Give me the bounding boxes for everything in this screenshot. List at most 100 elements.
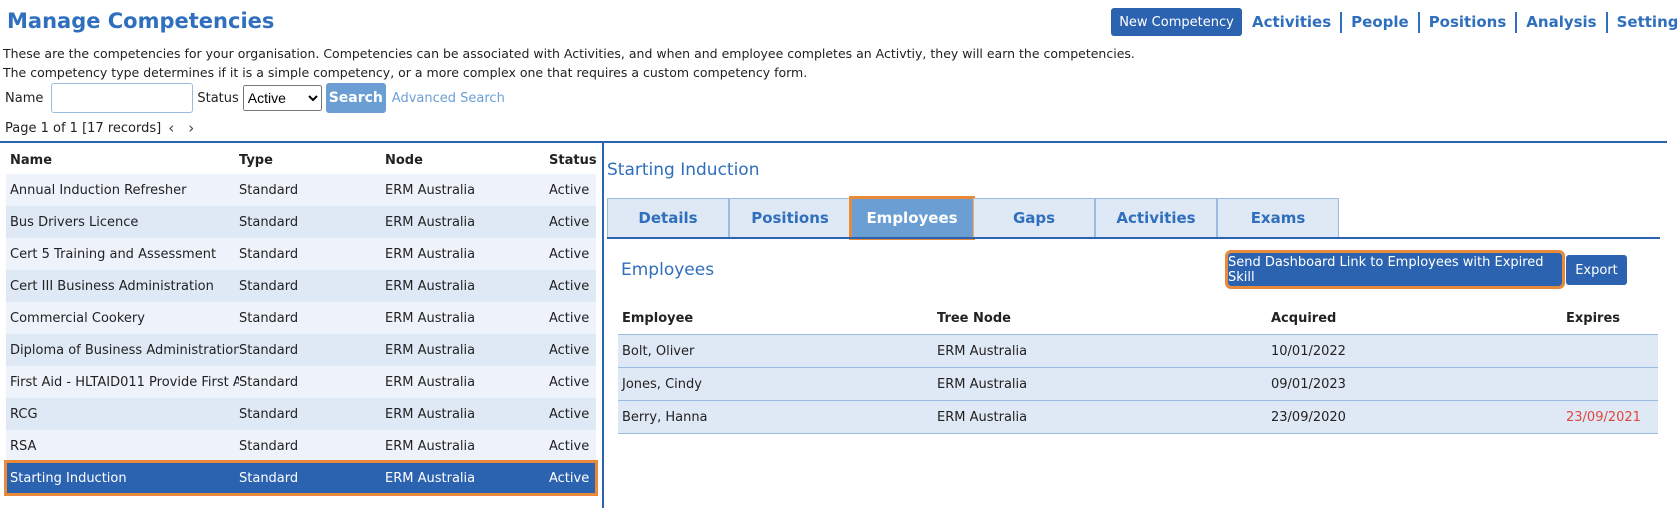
name-label: Name [5,90,44,106]
tab-positions[interactable]: Positions [729,198,851,238]
cell-name: RSA [10,438,37,454]
send-dashboard-link-button[interactable]: Send Dashboard Link to Employees with Ex… [1225,250,1565,289]
cell-status: Active [549,246,590,262]
pager: Page 1 of 1 [17 records] ‹ › [5,119,201,137]
col-status[interactable]: Status [549,153,597,168]
intro-text: These are the competencies for your orga… [3,44,1135,82]
cell-type: Standard [239,470,299,486]
competency-table: Name Type Node Status Annual Induction R… [4,146,598,496]
new-competency-button[interactable]: New Competency [1111,8,1242,36]
cell-node: ERM Australia [385,182,476,198]
table-row[interactable]: Annual Induction Refresher Standard ERM Au… [6,174,596,206]
chevron-left-icon[interactable]: ‹ [161,119,181,137]
cell-type: Standard [239,342,299,358]
nav-activities[interactable]: Activities [1243,12,1340,33]
cell-acquired: 10/01/2022 [1271,343,1346,359]
cell-node: ERM Australia [385,374,476,390]
cell-type: Standard [239,214,299,230]
cell-employee: Jones, Cindy [622,376,702,392]
cell-status: Active [549,406,590,422]
col-type[interactable]: Type [239,153,385,168]
detail-tabs: Details Positions Employees Gaps Activit… [607,196,1339,240]
table-row[interactable]: Berry, Hanna ERM Australia 23/09/2020 23/09… [618,401,1658,434]
cell-node: ERM Australia [385,342,476,358]
top-nav: Activities People Positions Analysis Set… [1243,12,1677,33]
tab-gaps[interactable]: Gaps [973,198,1095,238]
intro-line-1: These are the competencies for your orga… [3,46,1135,61]
col-name[interactable]: Name [6,153,239,168]
cell-type: Standard [239,438,299,454]
cell-node: ERM Australia [385,470,476,486]
page-title: Manage Competencies [7,9,275,33]
cell-acquired: 09/01/2023 [1271,376,1346,392]
tab-activities[interactable]: Activities [1095,198,1217,238]
cell-type: Standard [239,246,299,262]
search-button[interactable]: Search [325,83,386,113]
advanced-search-link[interactable]: Advanced Search [392,91,505,106]
col-employee[interactable]: Employee [618,311,937,326]
cell-employee: Bolt, Oliver [622,343,695,359]
cell-type: Standard [239,182,299,198]
nav-people[interactable]: People [1340,12,1418,33]
employee-table-header: Employee Tree Node Acquired Expires [618,303,1658,335]
cell-tree-node: ERM Australia [937,409,1028,425]
cell-employee: Berry, Hanna [622,409,708,425]
cell-name: First Aid - HLTAID011 Provide First Aid [10,374,239,390]
tab-details[interactable]: Details [607,198,729,238]
cell-status: Active [549,182,590,198]
table-row[interactable]: RSA Standard ERM Australia Active [6,430,596,462]
table-row[interactable]: Bus Drivers Licence Standard ERM Australia… [6,206,596,238]
search-bar: Name Status Active Search Advanced Searc… [5,82,505,114]
status-select[interactable]: Active [242,85,322,111]
cell-type: Standard [239,374,299,390]
cell-status: Active [549,470,590,486]
table-row[interactable]: First Aid - HLTAID011 Provide First Aid S… [6,366,596,398]
cell-node: ERM Australia [385,310,476,326]
nav-analysis[interactable]: Analysis [1515,12,1605,33]
cell-status: Active [549,278,590,294]
table-row[interactable]: Starting Induction Standard ERM Australia A… [4,460,598,496]
cell-name: Cert III Business Administration [10,278,214,294]
table-row[interactable]: RCG Standard ERM Australia Active [6,398,596,430]
nav-settings[interactable]: Settings [1605,12,1677,33]
pager-text: Page 1 of 1 [17 records] [5,120,162,136]
cell-status: Active [549,438,590,454]
col-node[interactable]: Node [385,153,549,168]
cell-node: ERM Australia [385,278,476,294]
cell-node: ERM Australia [385,246,476,262]
col-acquired[interactable]: Acquired [1271,311,1566,326]
cell-acquired: 23/09/2020 [1271,409,1346,425]
nav-positions[interactable]: Positions [1417,12,1516,33]
table-row[interactable]: Jones, Cindy ERM Australia 09/01/2023 [618,368,1658,401]
cell-name: Annual Induction Refresher [10,182,187,198]
divider-horizontal [0,141,1667,143]
cell-type: Standard [239,310,299,326]
cell-name: Diploma of Business Administration [10,342,239,358]
cell-status: Active [549,374,590,390]
table-row[interactable]: Cert 5 Training and Assessment Standard ER… [6,238,596,270]
table-row[interactable]: Diploma of Business Administration Standa… [6,334,596,366]
cell-name: Bus Drivers Licence [10,214,139,230]
competency-table-header: Name Type Node Status [6,146,597,174]
employee-table: Employee Tree Node Acquired Expires Bolt… [618,303,1658,434]
cell-status: Active [549,214,590,230]
cell-expires: 23/09/2021 [1566,409,1641,425]
cell-type: Standard [239,406,299,422]
tab-exams[interactable]: Exams [1217,198,1339,238]
cell-name: Commercial Cookery [10,310,145,326]
tab-employees[interactable]: Employees [849,196,975,240]
table-row[interactable]: Bolt, Oliver ERM Australia 10/01/2022 [618,335,1658,368]
cell-status: Active [549,310,590,326]
export-button[interactable]: Export [1566,255,1627,285]
employees-section-title: Employees [621,260,715,280]
cell-status: Active [549,342,590,358]
divider-vertical [602,142,604,508]
col-tree-node[interactable]: Tree Node [937,311,1271,326]
table-row[interactable]: Cert III Business Administration Standard… [6,270,596,302]
chevron-right-icon[interactable]: › [181,119,201,137]
name-search-input[interactable] [51,83,194,113]
detail-title: Starting Induction [607,160,760,180]
cell-tree-node: ERM Australia [937,376,1028,392]
col-expires[interactable]: Expires [1566,311,1658,326]
table-row[interactable]: Commercial Cookery Standard ERM Australia A… [6,302,596,334]
